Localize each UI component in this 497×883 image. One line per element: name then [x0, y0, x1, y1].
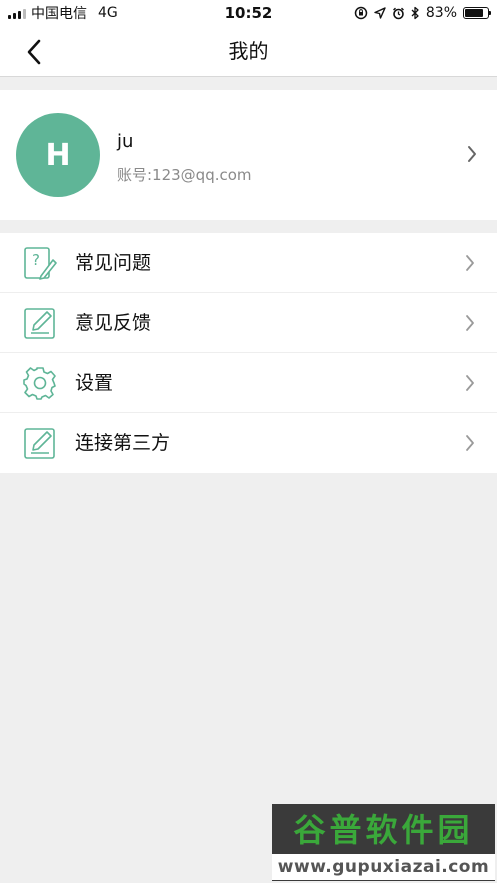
carrier-label: 中国电信: [31, 6, 87, 22]
faq-icon: ?: [24, 247, 57, 280]
battery-icon: [463, 7, 491, 19]
nav-bar: 我的: [0, 26, 497, 77]
location-icon: [374, 7, 386, 19]
status-right: 83%: [354, 5, 497, 21]
menu-item-feedback[interactable]: 意见反馈: [0, 293, 497, 353]
network-label: 4G: [98, 5, 118, 21]
signal-icon: [8, 8, 26, 19]
menu-item-third-party[interactable]: 连接第三方: [0, 413, 497, 473]
profile-account: 账号:123@qq.com: [117, 166, 252, 184]
alarm-icon: [392, 7, 404, 19]
edit-icon: [24, 428, 55, 459]
svg-text:?: ?: [32, 251, 40, 269]
watermark-title: 谷普软件园: [293, 811, 474, 849]
menu-item-label: 连接第三方: [75, 432, 171, 454]
rotation-lock-icon: [354, 6, 368, 20]
profile-name: ju: [117, 131, 134, 152]
battery-fill: [465, 9, 484, 17]
avatar-letter: H: [45, 137, 71, 173]
battery-percent: 83%: [425, 5, 457, 21]
menu-item-label: 意见反馈: [75, 312, 152, 334]
chevron-right-icon: [467, 145, 477, 167]
feedback-edit-icon: [24, 308, 55, 339]
status-left: 中国电信 4G: [0, 3, 118, 23]
gear-icon: [23, 367, 56, 400]
menu-item-faq[interactable]: ? 常见问题: [0, 233, 497, 293]
watermark: 谷普软件园 www.gupuxiazai.com: [272, 804, 495, 881]
chevron-right-icon: [466, 315, 474, 331]
bluetooth-icon: [411, 6, 419, 20]
chevron-right-icon: [466, 435, 474, 451]
avatar[interactable]: H: [16, 113, 100, 197]
chevron-right-icon: [466, 375, 474, 391]
menu-item-label: 常见问题: [75, 252, 152, 274]
menu-list: ? 常见问题 意见反馈 设置 连接第三方: [0, 233, 497, 473]
menu-item-settings[interactable]: 设置: [0, 353, 497, 413]
chevron-right-icon: [466, 255, 474, 271]
menu-item-label: 设置: [75, 372, 114, 394]
status-bar: 中国电信 4G 10:52 83%: [0, 0, 497, 26]
page-title: 我的: [228, 39, 269, 63]
watermark-url: www.gupuxiazai.com: [272, 854, 495, 880]
